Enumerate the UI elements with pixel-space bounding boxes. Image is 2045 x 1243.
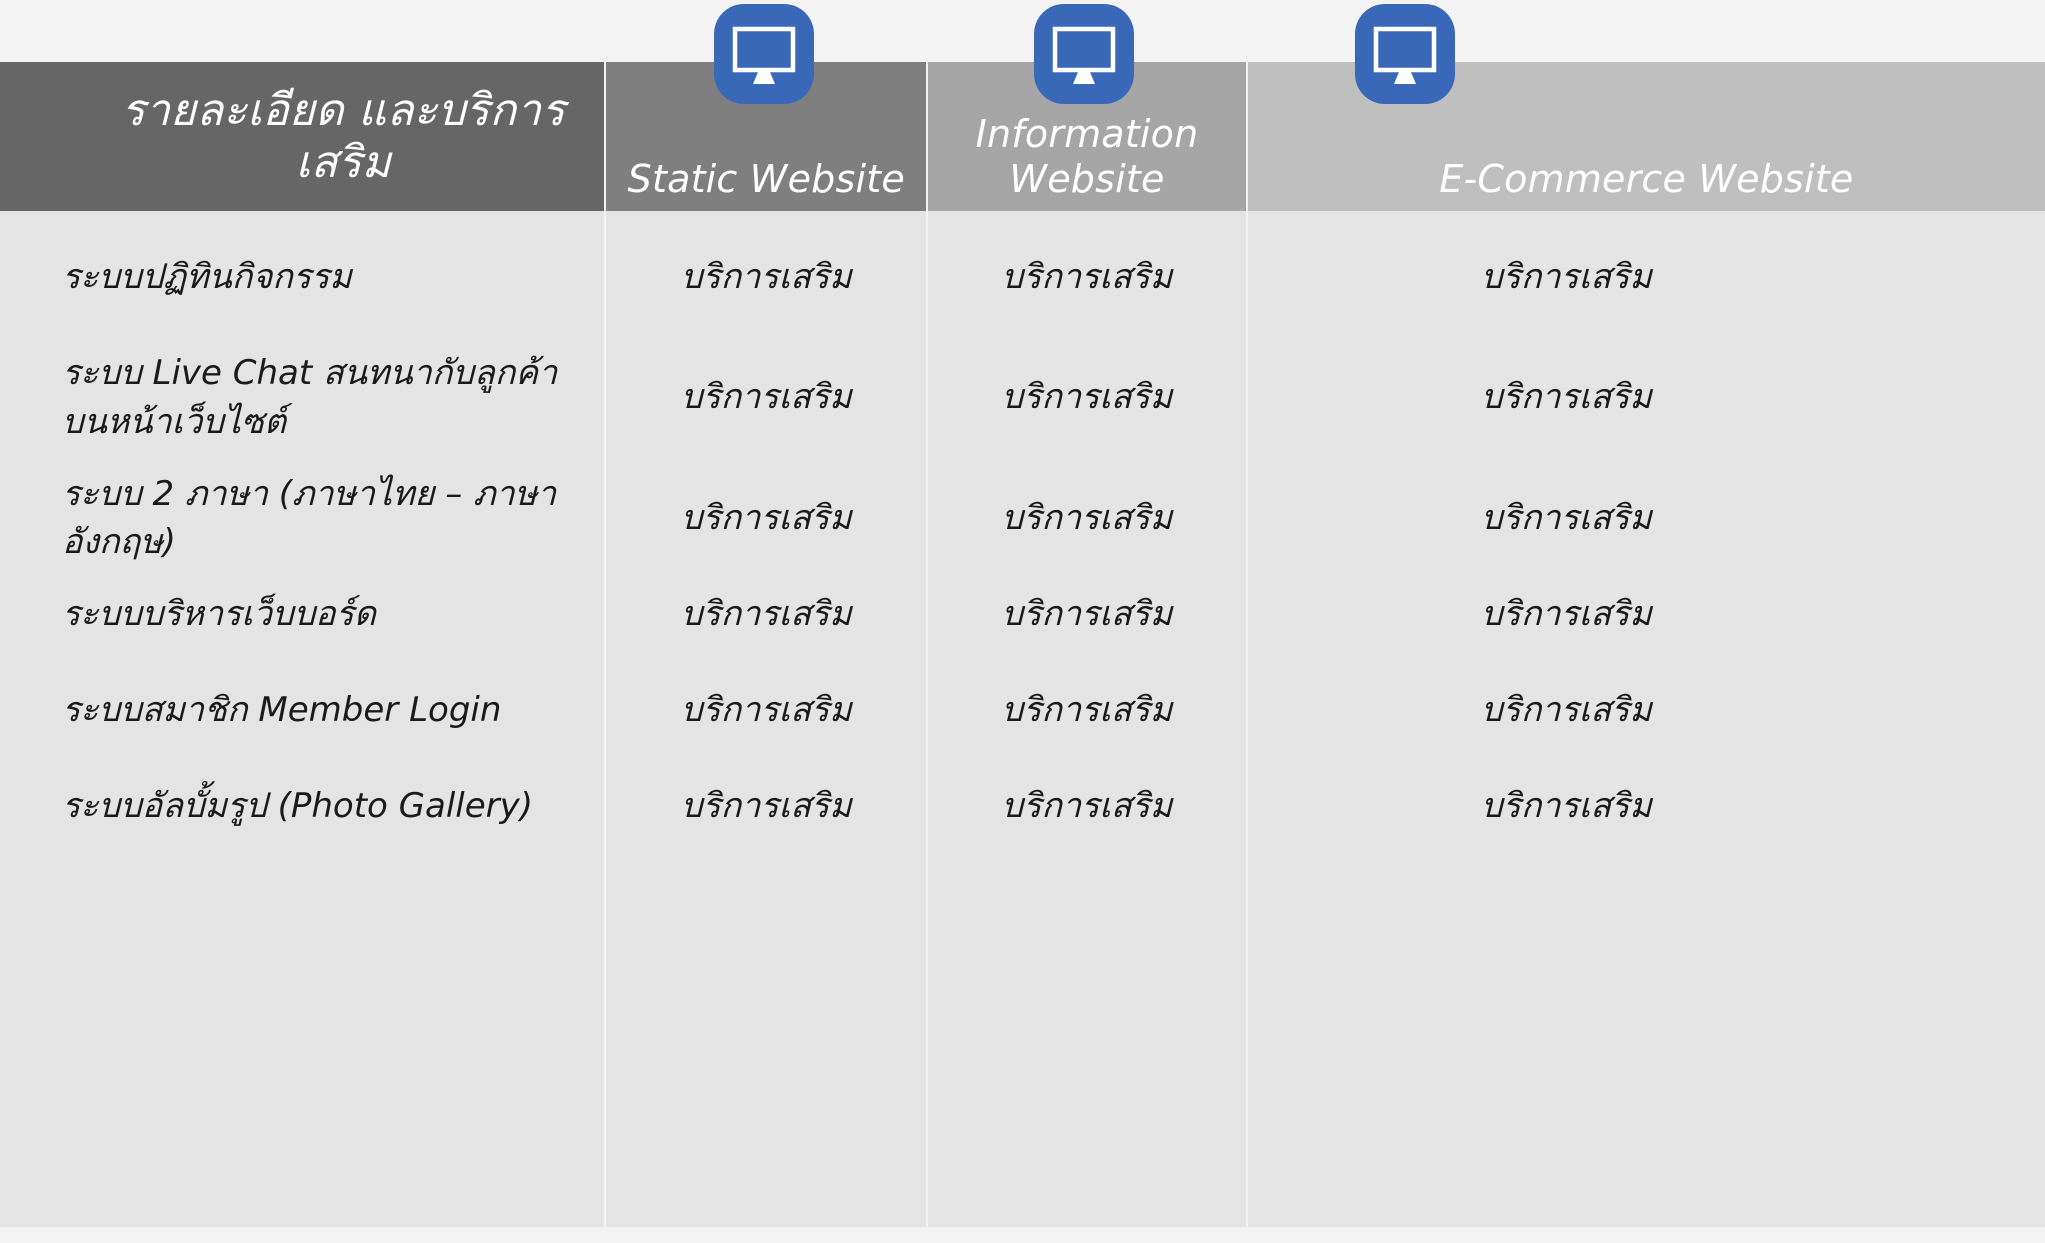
table-cell-information: บริการเสริม <box>928 325 1246 470</box>
column-header-information-label: Information Website <box>975 112 1199 201</box>
feature-label: ระบบบริหารเว็บบอร์ด <box>62 593 376 634</box>
table-cell-ecommerce: บริการเสริม <box>1248 566 2045 662</box>
feature-label: ระบบอัลบั้มรูป (Photo Gallery) <box>62 785 534 826</box>
cell-value: บริการเสริม <box>680 689 852 730</box>
column-header-ecommerce: E-Commerce Website <box>1247 62 2045 211</box>
column-header-feature: รายละเอียด และบริการเสริม <box>0 62 605 211</box>
cell-value: บริการเสริม <box>1480 593 1652 634</box>
table-row: ระบบบริหารเว็บบอร์ด <box>0 566 604 662</box>
table-cell-information: บริการเสริม <box>928 758 1246 854</box>
feature-label: ระบบปฏิทินกิจกรรม <box>62 256 352 297</box>
table-row: ระบบ 2 ภาษา (ภาษาไทย – ภาษาอังกฤษ) <box>0 470 604 566</box>
cell-value: บริการเสริม <box>1480 689 1652 730</box>
cell-value: บริการเสริม <box>1001 785 1173 826</box>
table-cell-information: บริการเสริม <box>928 566 1246 662</box>
table-cell-static: บริการเสริม <box>606 566 926 662</box>
table-row: ระบบปฏิทินกิจกรรม <box>0 229 604 325</box>
table-cell-ecommerce: บริการเสริม <box>1248 229 2045 325</box>
table-cell-information: บริการเสริม <box>928 662 1246 758</box>
cell-value: บริการเสริม <box>680 593 852 634</box>
cell-value: บริการเสริม <box>1001 256 1173 297</box>
cell-value: บริการเสริม <box>680 256 852 297</box>
cell-value: บริการเสริม <box>680 785 852 826</box>
column-header-feature-label: รายละเอียด และบริการเสริม <box>121 85 566 188</box>
table-cell-information: บริการเสริม <box>928 470 1246 566</box>
column-ecommerce-cells: บริการเสริม บริการเสริม บริการเสริม บริก… <box>1247 211 2045 1227</box>
feature-label: ระบบสมาชิก Member Login <box>62 689 502 730</box>
cell-value: บริการเสริม <box>1001 593 1173 634</box>
column-information-cells: บริการเสริม บริการเสริม บริการเสริม บริก… <box>928 211 1246 1227</box>
table-row: ระบบสมาชิก Member Login <box>0 662 604 758</box>
cell-value: บริการเสริม <box>680 497 852 538</box>
table-header-row: รายละเอียด และบริการเสริม Static Website… <box>0 62 2045 211</box>
table-cell-ecommerce: บริการเสริม <box>1248 470 2045 566</box>
column-header-static-label: Static Website <box>627 156 905 201</box>
cell-value: บริการเสริม <box>1001 497 1173 538</box>
table-cell-static: บริการเสริม <box>606 325 926 470</box>
table-cell-information: บริการเสริม <box>928 229 1246 325</box>
table-cell-static: บริการเสริม <box>606 662 926 758</box>
cell-value: บริการเสริม <box>1480 785 1652 826</box>
table-cell-ecommerce: บริการเสริม <box>1248 758 2045 854</box>
table-cell-ecommerce: บริการเสริม <box>1248 325 2045 470</box>
feature-label: ระบบ 2 ภาษา (ภาษาไทย – ภาษาอังกฤษ) <box>62 473 557 562</box>
column-feature-cells: ระบบปฏิทินกิจกรรม ระบบ Live Chat สนทนากั… <box>0 211 605 1227</box>
column-static-cells: บริการเสริม บริการเสริม บริการเสริม บริก… <box>606 211 927 1227</box>
cell-value: บริการเสริม <box>1001 689 1173 730</box>
table-bottom-trim <box>0 1235 2045 1243</box>
table-cell-ecommerce: บริการเสริม <box>1248 662 2045 758</box>
cell-value: บริการเสริม <box>1480 256 1652 297</box>
cell-value: บริการเสริม <box>680 377 852 418</box>
feature-label: ระบบ Live Chat สนทนากับลูกค้า บนหน้าเว็บ… <box>62 353 558 442</box>
service-comparison-table: รายละเอียด และบริการเสริม Static Website… <box>0 62 2045 1243</box>
table-row: ระบบอัลบั้มรูป (Photo Gallery) <box>0 758 604 854</box>
cell-value: บริการเสริม <box>1001 377 1173 418</box>
column-header-static: Static Website <box>606 62 927 211</box>
cell-value: บริการเสริม <box>1480 377 1652 418</box>
cell-value: บริการเสริม <box>1480 497 1652 538</box>
column-header-information: Information Website <box>928 62 1246 211</box>
table-row: ระบบ Live Chat สนทนากับลูกค้า บนหน้าเว็บ… <box>0 325 604 470</box>
table-body: ระบบปฏิทินกิจกรรม ระบบ Live Chat สนทนากั… <box>0 211 2045 1227</box>
comparison-table-page: รายละเอียด และบริการเสริม Static Website… <box>0 0 2045 1243</box>
table-cell-static: บริการเสริม <box>606 758 926 854</box>
table-cell-static: บริการเสริม <box>606 229 926 325</box>
column-header-ecommerce-label: E-Commerce Website <box>1439 156 1854 201</box>
table-cell-static: บริการเสริม <box>606 470 926 566</box>
